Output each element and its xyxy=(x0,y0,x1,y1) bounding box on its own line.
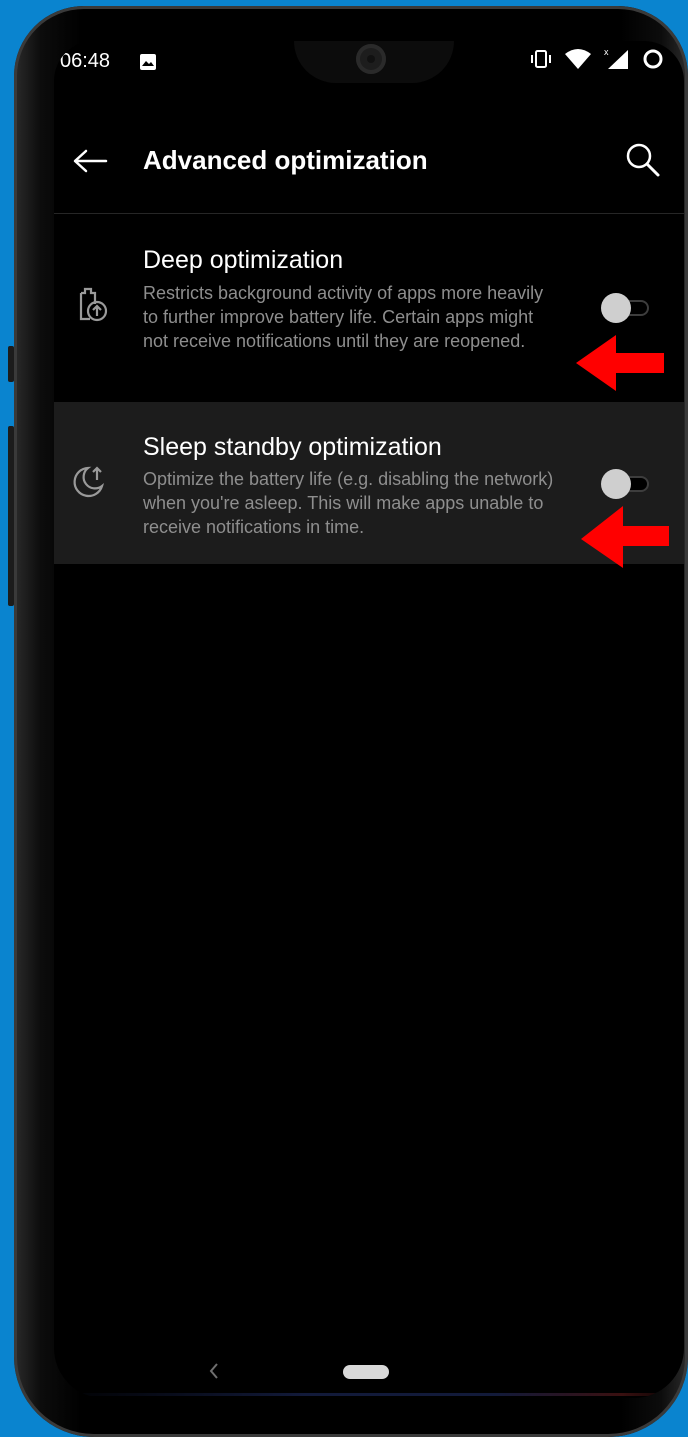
battery-upload-icon xyxy=(70,284,110,329)
moon-up-arrow-icon xyxy=(68,460,108,505)
setting-title: Sleep standby optimization xyxy=(143,433,442,461)
power-button xyxy=(8,346,14,382)
status-time: 06:48 xyxy=(60,50,111,72)
setting-description: Optimize the battery life (e.g. disablin… xyxy=(143,469,554,537)
image-icon xyxy=(140,54,156,70)
chevron-left-icon[interactable] xyxy=(204,1359,224,1383)
deep-optimization-toggle[interactable] xyxy=(601,292,651,324)
screen-bottom-edge xyxy=(54,1393,684,1396)
arrow-left-icon[interactable] xyxy=(70,141,110,181)
annotation-arrow-icon xyxy=(576,335,666,396)
toggle-knob xyxy=(601,469,631,499)
wifi-icon xyxy=(564,48,592,75)
screen: 06:48 x Advanced optimization Deep optim… xyxy=(54,41,684,1398)
setting-description: Restricts background activity of apps mo… xyxy=(143,283,544,351)
front-camera xyxy=(356,44,386,74)
home-pill-icon[interactable] xyxy=(343,1365,389,1379)
signal-icon: x xyxy=(604,47,630,76)
setting-title: Deep optimization xyxy=(143,246,344,274)
volume-button xyxy=(8,426,14,606)
page-title: Advanced optimization xyxy=(143,145,428,175)
phone-frame: 06:48 x Advanced optimization Deep optim… xyxy=(8,6,688,1437)
sleep-standby-toggle[interactable] xyxy=(601,468,651,500)
status-icons: x xyxy=(530,47,664,76)
vibrate-icon xyxy=(530,48,552,75)
battery-saver-ring-icon xyxy=(642,48,664,75)
annotation-arrow-icon xyxy=(581,506,671,573)
svg-text:x: x xyxy=(604,47,609,57)
toggle-knob xyxy=(601,293,631,323)
search-icon[interactable] xyxy=(622,139,666,183)
